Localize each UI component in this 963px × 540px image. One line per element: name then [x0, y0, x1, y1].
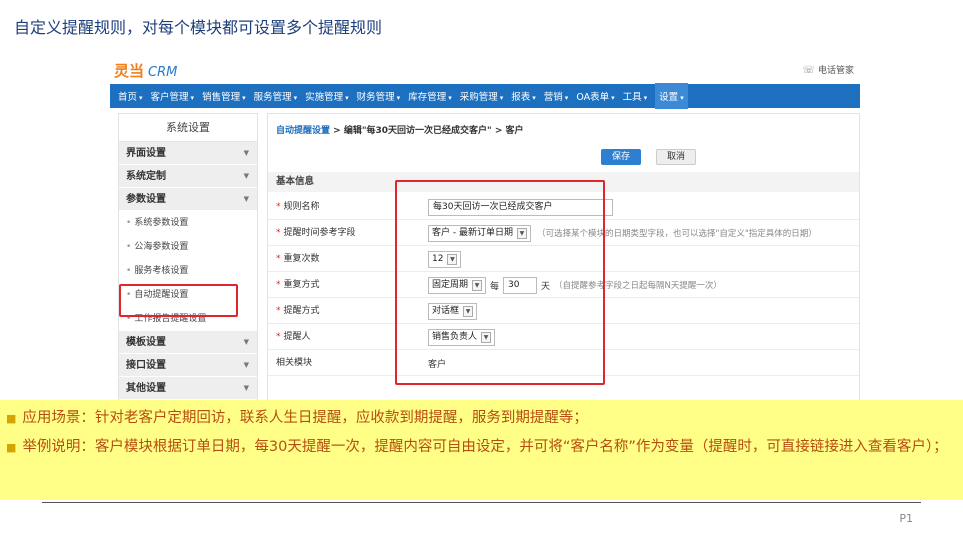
sidebar-group-customization[interactable]: 系统定制 ▼: [119, 165, 257, 188]
settings-sidebar: 系统设置 界面设置 ▼ 系统定制 ▼ 参数设置 ▼ • 系统参数设置 • 公海参数设置 •…: [118, 113, 258, 401]
nav-implementation[interactable]: 实施管理 ▾: [305, 89, 349, 103]
nav-home[interactable]: 首页 ▾: [118, 89, 143, 103]
nav-finance[interactable]: 财务管理 ▾: [357, 89, 401, 103]
triangle-down-icon: ▼: [243, 149, 249, 157]
phone-icon: ☏: [802, 65, 815, 76]
breadcrumb-rest: > 编辑"每30天回访一次已经成交客户" > 客户: [330, 126, 524, 136]
cancel-button[interactable]: 取消: [656, 149, 696, 165]
logo-cn: 灵当: [114, 62, 145, 80]
nav-service[interactable]: 服务管理 ▾: [254, 89, 298, 103]
highlight-box-sidebar: [119, 284, 238, 317]
nav-customers[interactable]: 客户管理 ▾: [151, 89, 195, 103]
sidebar-item-system-params[interactable]: • 系统参数设置: [119, 211, 257, 235]
triangle-down-icon: ▼: [243, 195, 249, 203]
triangle-down-icon: ▼: [243, 338, 249, 346]
sidebar-group-params[interactable]: 参数设置 ▼: [119, 188, 257, 211]
sidebar-group-ui[interactable]: 界面设置 ▼: [119, 142, 257, 165]
triangle-down-icon: ▼: [243, 384, 249, 392]
notes-panel: ■ 应用场景：针对老客户定期回访，联系人生日提醒，应收款到期提醒，服务到期提醒等；…: [0, 400, 963, 500]
triangle-down-icon: ▼: [243, 172, 249, 180]
nav-sales[interactable]: 销售管理 ▾: [202, 89, 246, 103]
crm-header: 灵当 CRM ☏ 电话管家: [110, 56, 860, 82]
divider: [42, 502, 921, 503]
sidebar-title: 系统设置: [119, 114, 257, 142]
breadcrumb-link[interactable]: 自动提醒设置: [276, 126, 330, 136]
nav-oa-forms[interactable]: OA表单 ▾: [576, 89, 614, 103]
phone-manager-link[interactable]: ☏ 电话管家: [802, 63, 854, 76]
note-scenario: ■ 应用场景：针对老客户定期回访，联系人生日提醒，应收款到期提醒，服务到期提醒等；: [6, 410, 588, 426]
logo-en: CRM: [148, 65, 178, 80]
sidebar-group-interfaces[interactable]: 接口设置 ▼: [119, 354, 257, 377]
save-button[interactable]: 保存: [601, 149, 641, 165]
nav-reports[interactable]: 报表 ▾: [511, 89, 536, 103]
nav-settings[interactable]: 设置 ▾: [655, 83, 688, 109]
slide-title: 自定义提醒规则，对每个模块都可设置多个提醒规则: [14, 18, 383, 37]
nav-tools[interactable]: 工具 ▾: [623, 89, 648, 103]
nav-inventory[interactable]: 库存管理 ▾: [408, 89, 452, 103]
nav-marketing[interactable]: 营销 ▾: [544, 89, 569, 103]
sidebar-group-other[interactable]: 其他设置 ▼: [119, 377, 257, 400]
main-navbar: 首页 ▾ 客户管理 ▾ 销售管理 ▾ 服务管理 ▾ 实施管理 ▾ 财务管理 ▾ 库存管理 ▾ …: [110, 83, 860, 109]
app-logo[interactable]: 灵当 CRM: [114, 60, 177, 81]
sidebar-group-templates[interactable]: 模板设置 ▼: [119, 331, 257, 354]
note-example: ■ 举例说明：客户模块根据订单日期，每30天提醒一次，提醒内容可自由设定，并可将“…: [6, 439, 948, 455]
sidebar-item-service-assessment[interactable]: • 服务考核设置: [119, 259, 257, 283]
page-number: P1: [899, 512, 913, 525]
sidebar-item-pool-params[interactable]: • 公海参数设置: [119, 235, 257, 259]
highlight-box-form: [395, 180, 605, 385]
triangle-down-icon: ▼: [243, 361, 249, 369]
breadcrumb: 自动提醒设置 > 编辑"每30天回访一次已经成交客户" > 客户: [276, 123, 524, 136]
nav-purchase[interactable]: 采购管理 ▾: [460, 89, 504, 103]
phone-label: 电话管家: [817, 66, 854, 76]
